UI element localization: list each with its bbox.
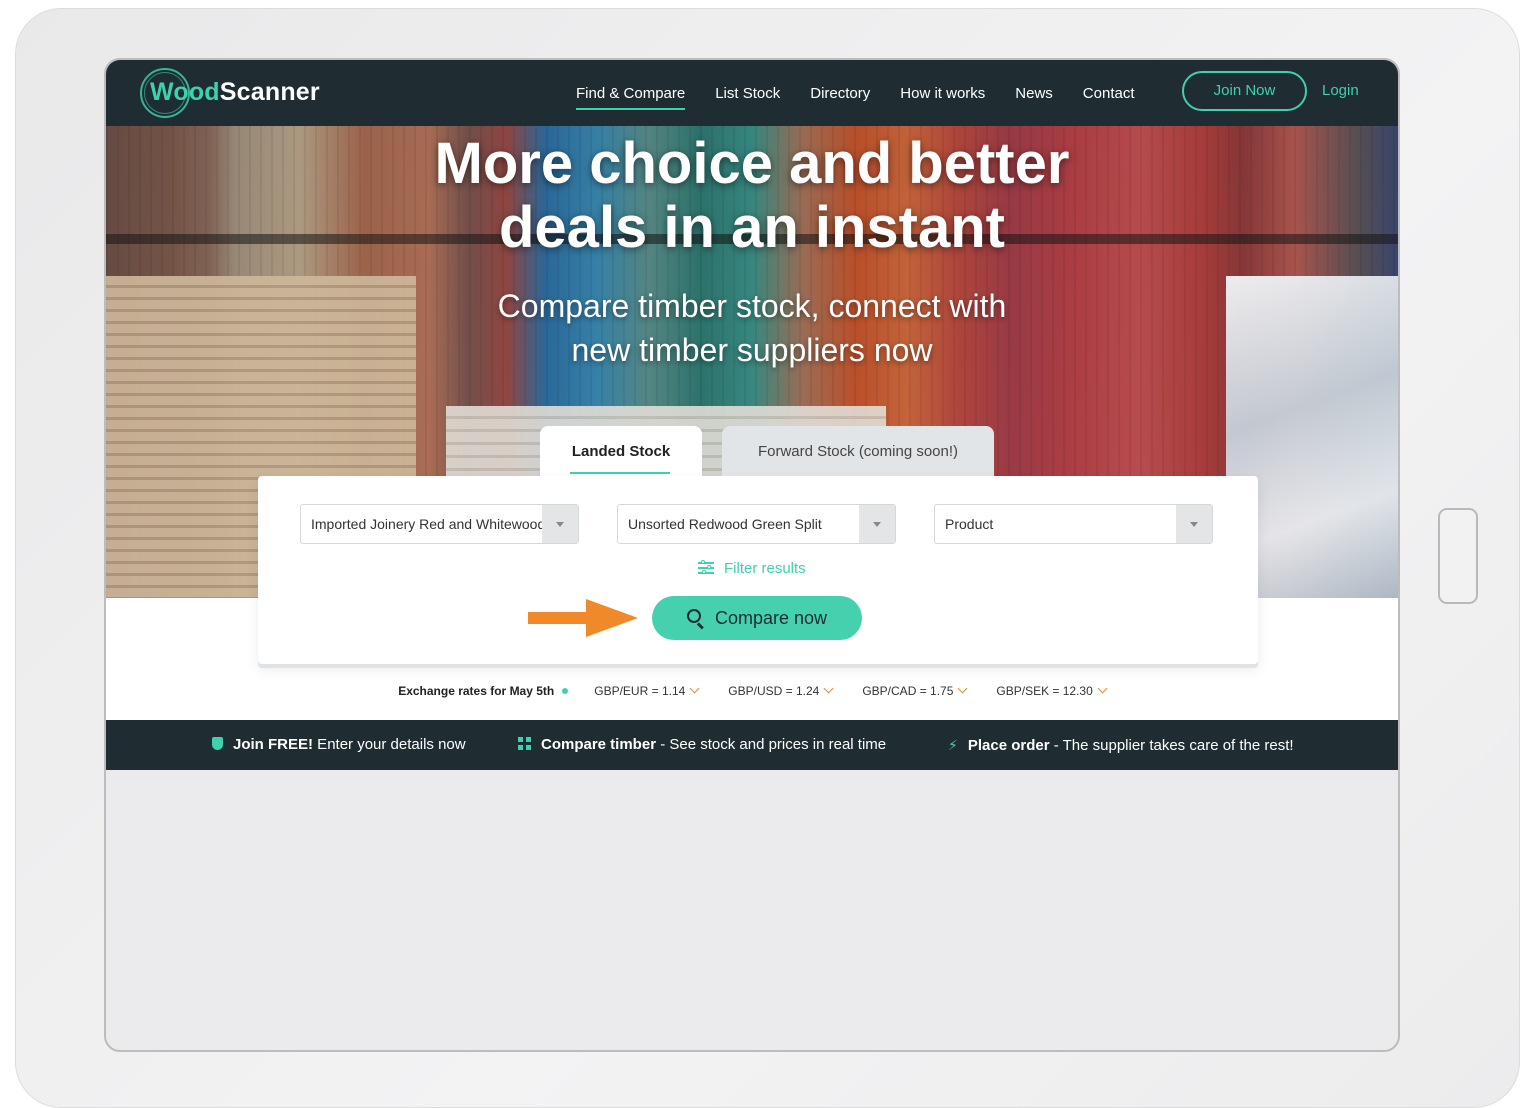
tab-forward-stock[interactable]: Forward Stock (coming soon!)	[722, 426, 994, 478]
rate-gbp-sek-value: GBP/SEK = 12.30	[996, 684, 1093, 698]
subcategory-select-value: Unsorted Redwood Green Split	[628, 516, 822, 532]
logo-text-scanner: Scanner	[219, 78, 320, 106]
hero-subtitle: Compare timber stock, connect with new t…	[106, 284, 1398, 372]
feature-place-order: ⚡︎ Place order - The supplier takes care …	[948, 720, 1294, 771]
trend-down-icon	[1097, 683, 1108, 694]
exchange-rates-bar: Exchange rates for May 5th GBP/EUR = 1.14…	[106, 683, 1398, 698]
trend-down-icon	[957, 683, 968, 694]
category-select-value: Imported Joinery Red and Whitewood	[311, 516, 543, 532]
rate-gbp-sek: GBP/SEK = 12.30	[996, 683, 1108, 698]
product-select-value: Product	[945, 516, 994, 532]
rate-gbp-eur-value: GBP/EUR = 1.14	[594, 684, 686, 698]
search-card: Imported Joinery Red and Whitewood Unsor…	[258, 476, 1258, 664]
feature-join-free-text: Enter your details now	[313, 736, 466, 753]
tablet-home-button	[1438, 508, 1478, 604]
nav-list-stock[interactable]: List Stock	[715, 85, 780, 102]
hero-title-line2: deals in an instant	[499, 195, 1005, 260]
compare-now-label: Compare now	[714, 608, 828, 628]
tab-active-underline	[570, 472, 670, 474]
live-dot-icon	[562, 688, 569, 694]
trend-down-icon	[689, 683, 700, 694]
shield-icon	[212, 737, 223, 750]
chevron-down-icon[interactable]	[1176, 505, 1212, 543]
trend-down-icon	[823, 683, 834, 694]
login-link[interactable]: Login	[1322, 82, 1359, 99]
arrow-right-icon	[528, 599, 638, 637]
logo[interactable]: WoodScanner	[140, 68, 340, 118]
rate-gbp-cad: GBP/CAD = 1.75	[862, 683, 968, 698]
feature-compare-timber: Compare timber - See stock and prices in…	[518, 720, 886, 770]
feature-compare-timber-bold: Compare timber	[541, 736, 657, 753]
filter-results-label: Filter results	[724, 560, 806, 577]
category-select[interactable]: Imported Joinery Red and Whitewood	[300, 504, 579, 544]
nav-find-compare[interactable]: Find & Compare	[576, 85, 686, 110]
feature-place-order-text: - The supplier takes care of the rest!	[1049, 737, 1294, 754]
filter-results-link[interactable]: Filter results	[698, 560, 806, 577]
grid-icon	[518, 737, 531, 750]
top-nav: WoodScanner Find & Compare List Stock Di…	[106, 60, 1398, 126]
feature-compare-timber-text: - See stock and prices in real time	[656, 736, 887, 753]
chevron-down-icon[interactable]	[859, 505, 895, 543]
hero-title: More choice and better deals in an insta…	[106, 132, 1398, 260]
chevron-down-icon[interactable]	[542, 505, 578, 543]
nav-contact[interactable]: Contact	[1083, 85, 1135, 102]
logo-text: WoodScanner	[150, 78, 320, 107]
logo-text-wood: Wood	[150, 78, 220, 106]
sliders-icon	[698, 560, 714, 575]
subcategory-select[interactable]: Unsorted Redwood Green Split	[617, 504, 896, 544]
lightning-icon: ⚡︎	[948, 737, 958, 753]
rate-gbp-usd-value: GBP/USD = 1.24	[728, 684, 820, 698]
product-select[interactable]: Product	[934, 504, 1213, 544]
tab-landed-stock-label: Landed Stock	[571, 443, 671, 460]
feature-join-free-bold: Join FREE!	[233, 736, 314, 753]
nav-how-it-works[interactable]: How it works	[900, 85, 985, 102]
browser-screen: WoodScanner Find & Compare List Stock Di…	[104, 58, 1400, 1052]
search-icon	[686, 609, 705, 630]
nav-directory[interactable]: Directory	[810, 85, 870, 102]
hero-subtitle-line2: new timber suppliers now	[571, 332, 933, 368]
feature-join-free: Join FREE! Enter your details now	[212, 720, 466, 770]
features-strip: Join FREE! Enter your details now Compar…	[106, 720, 1398, 770]
hero-title-line1: More choice and better	[434, 131, 1070, 196]
rate-gbp-cad-value: GBP/CAD = 1.75	[862, 684, 954, 698]
feature-place-order-bold: Place order	[967, 737, 1050, 754]
tab-landed-stock[interactable]: Landed Stock	[540, 426, 702, 478]
nav-news[interactable]: News	[1015, 85, 1053, 102]
exchange-rates-title: Exchange rates for May 5th	[398, 684, 555, 698]
compare-now-button[interactable]: Compare now	[652, 596, 862, 640]
nav-links: Find & Compare List Stock Directory How …	[576, 60, 1165, 126]
join-now-button[interactable]: Join Now	[1182, 71, 1307, 111]
hero-subtitle-line1: Compare timber stock, connect with	[497, 288, 1007, 324]
rate-gbp-eur: GBP/EUR = 1.14	[594, 683, 700, 698]
rate-gbp-usd: GBP/USD = 1.24	[728, 683, 834, 698]
